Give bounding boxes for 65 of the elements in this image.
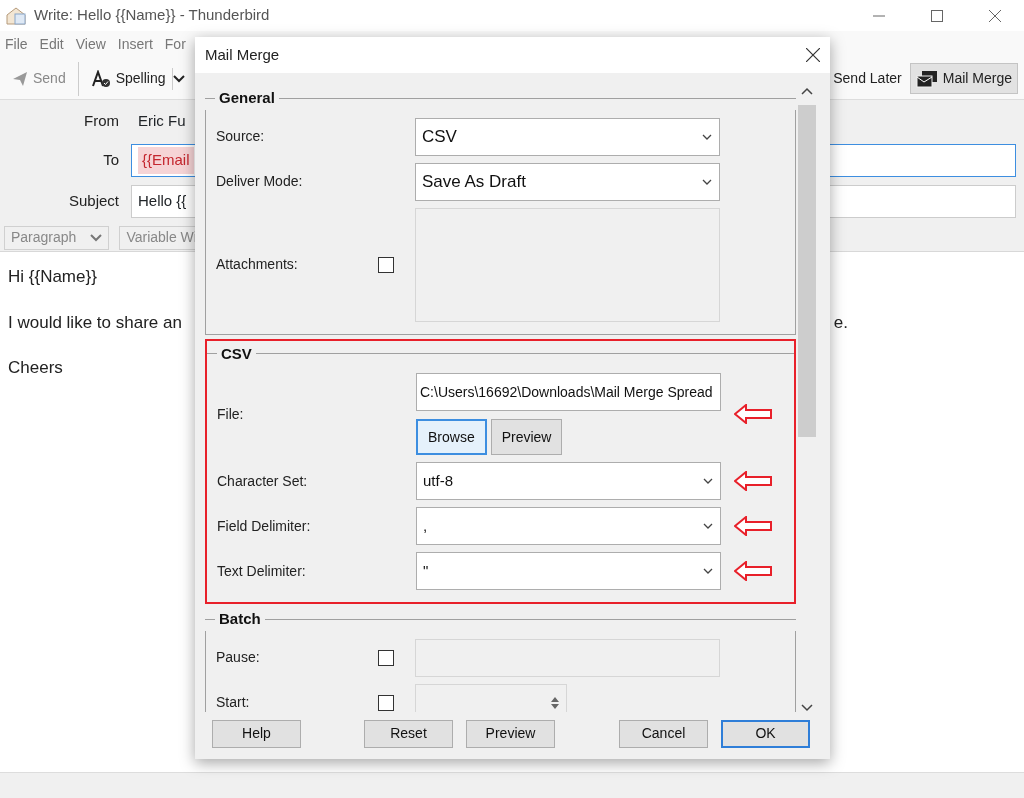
reset-button[interactable]: Reset [364, 719, 453, 748]
field-label: Deliver Mode: [216, 172, 304, 191]
field-label: Character Set: [217, 471, 309, 491]
checkbox[interactable] [378, 256, 394, 273]
help-button[interactable]: Help [212, 719, 301, 748]
menu-item[interactable]: File [5, 34, 28, 55]
dropdown-field[interactable]: Save As Draft [415, 162, 720, 201]
field-label: Source: [216, 127, 266, 146]
field-label: Subject [68, 192, 119, 210]
chevron-down-icon [702, 566, 714, 576]
section-title: CSV [221, 343, 252, 364]
chevron-down-icon [90, 232, 103, 243]
dropdown-field[interactable]: " [416, 552, 721, 590]
menu-item[interactable]: For [164, 34, 186, 55]
ok-button[interactable]: OK [721, 719, 810, 748]
field-label: Attachments: [216, 255, 299, 274]
send-icon [12, 70, 28, 87]
section-title: General [219, 88, 275, 108]
body-text: I would like to share an [8, 311, 182, 334]
field-label: From [84, 111, 119, 129]
scrollbar-thumb[interactable] [798, 105, 816, 437]
field-label: Field Delimiter: [217, 516, 312, 536]
dialog-title: Mail Merge [205, 44, 280, 65]
recipient-tag: {{Email [138, 147, 194, 174]
menu-item[interactable]: Edit [39, 34, 64, 55]
maximize-icon[interactable] [931, 9, 943, 22]
caret-icon[interactable] [172, 73, 185, 84]
body-text: e. [833, 311, 848, 334]
dropdown-field[interactable]: , [416, 507, 721, 545]
close-icon[interactable] [989, 9, 1001, 22]
checkbox[interactable] [378, 694, 394, 711]
body-text: Cheers [8, 357, 63, 379]
scroll-down-icon[interactable] [801, 704, 813, 712]
menu-item[interactable]: Insert [117, 34, 153, 55]
pause-field[interactable] [415, 638, 720, 677]
dropdown-field[interactable]: utf-8 [416, 462, 721, 500]
field-label: Start: [216, 693, 251, 712]
close-icon[interactable] [806, 48, 820, 62]
spinner-arrows-icon [550, 695, 560, 710]
field-label: To [103, 151, 119, 169]
scroll-up-icon[interactable] [801, 87, 813, 95]
mail-icon [6, 6, 26, 25]
window-title: Write: Hello {{Name}} - Thunderbird [34, 5, 271, 26]
section-title: Batch [219, 609, 261, 629]
start-field[interactable] [415, 683, 567, 712]
send-later-button[interactable]: Send Later [827, 63, 908, 94]
file-path-field[interactable]: C:\Users\16692\Downloads\Mail Merge Spread [416, 373, 721, 411]
menu-item[interactable]: View [75, 34, 106, 55]
chevron-down-icon [702, 521, 714, 531]
checkbox[interactable] [378, 649, 394, 666]
preview-button[interactable]: Preview [466, 719, 555, 748]
spelling-button[interactable]: Spelling [84, 63, 172, 94]
mail-merge-button[interactable]: Mail Merge [909, 63, 1018, 94]
dropdown-field[interactable]: CSV [415, 117, 720, 156]
browse-button[interactable]: Browse [416, 419, 487, 455]
preview-button[interactable]: Preview [490, 419, 563, 455]
chevron-down-icon [702, 476, 714, 486]
sender-name: Eric Fu [137, 110, 186, 131]
field-label: Text Delimiter: [217, 561, 307, 581]
field-label: Pause: [216, 648, 261, 667]
field-label: File: [217, 404, 245, 424]
envelope-stack-icon [915, 69, 938, 88]
spelling-icon [90, 69, 111, 88]
cancel-button[interactable]: Cancel [619, 719, 708, 748]
body-text: Hi {{Name}} [8, 266, 97, 288]
